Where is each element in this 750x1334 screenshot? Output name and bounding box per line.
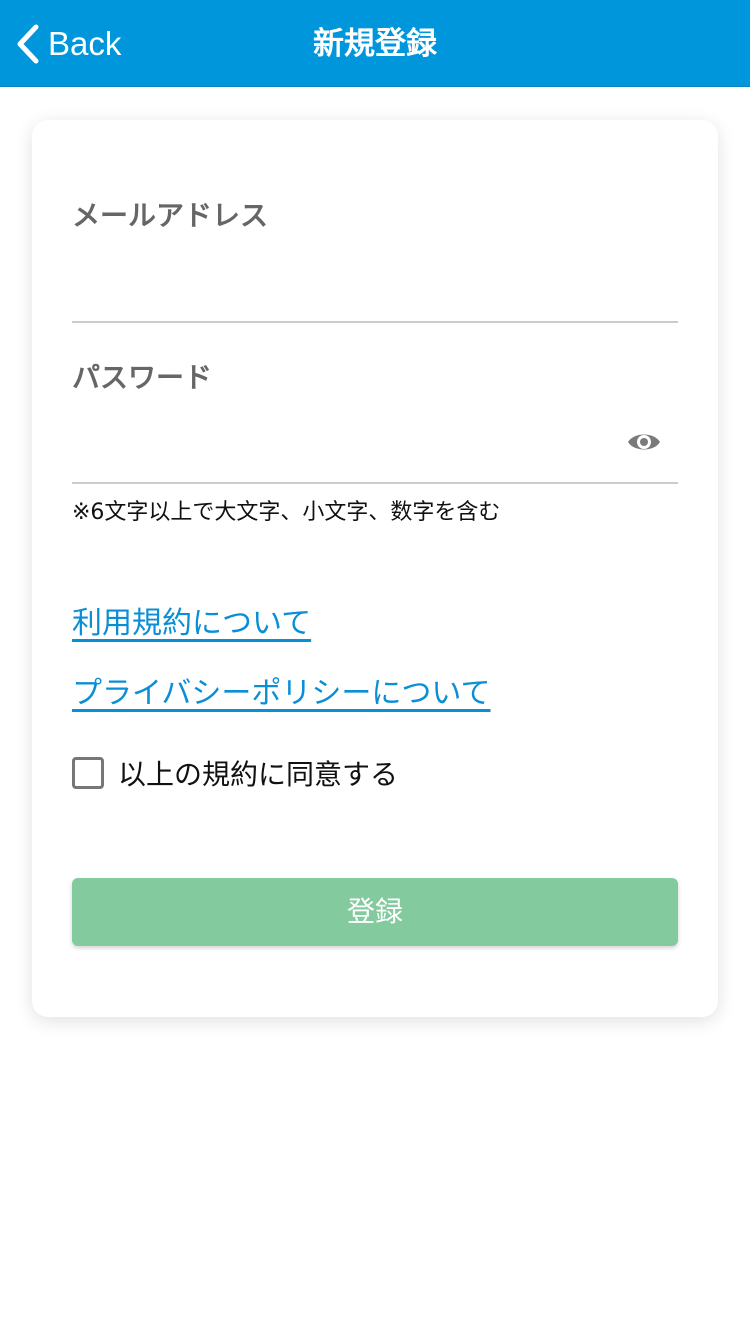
eye-icon[interactable] [626, 424, 662, 460]
agree-label: 以上の規約に同意する [118, 758, 399, 791]
agree-checkbox-row[interactable]: 以上の規約に同意する [72, 755, 398, 791]
email-underline [72, 321, 678, 323]
agree-checkbox[interactable] [72, 757, 104, 789]
privacy-policy-link[interactable]: プライバシーポリシーについて [72, 668, 491, 712]
app-header: Back 新規登録 [0, 0, 750, 87]
email-field[interactable] [72, 260, 616, 312]
password-hint: ※6文字以上で大文字、小文字、数字を含む [72, 500, 501, 525]
terms-link[interactable]: 利用規約について [72, 598, 311, 642]
password-underline [72, 482, 678, 484]
registration-card: メールアドレス パスワード ※6文字以上で大文字、小文字、数字を含む 利用規約に… [32, 120, 718, 1017]
page-title: 新規登録 [313, 26, 437, 62]
register-button[interactable]: 登録 [72, 878, 678, 946]
email-label: メールアドレス [72, 199, 269, 232]
password-field[interactable] [72, 416, 616, 468]
password-label: パスワード [72, 361, 213, 394]
